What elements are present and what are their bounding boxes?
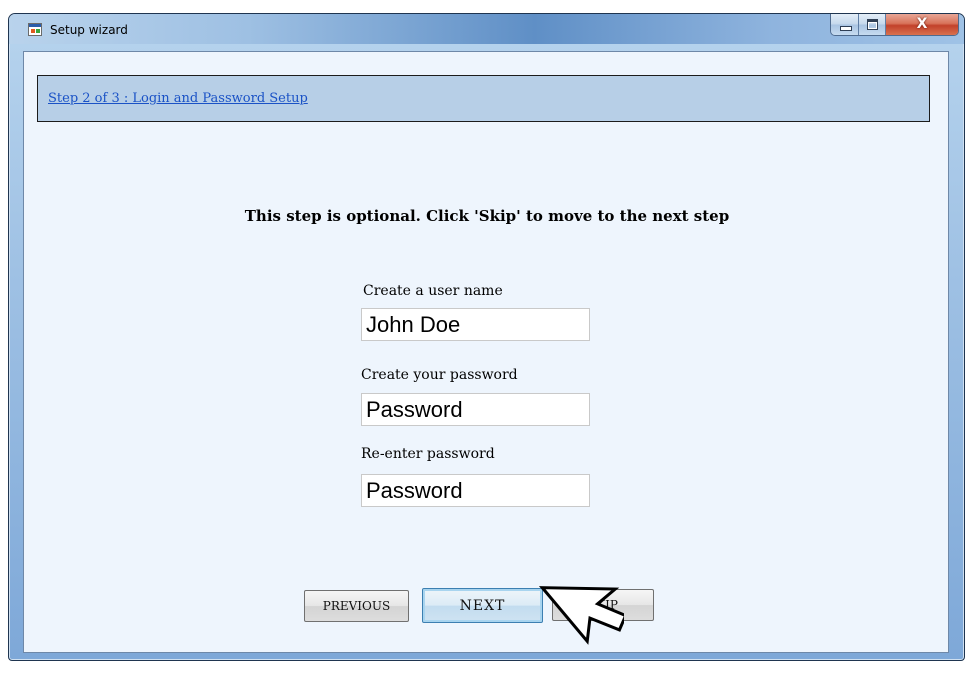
mouse-pointer-icon (538, 586, 624, 645)
password-field[interactable] (361, 393, 590, 426)
password-label: Create your password (361, 367, 518, 383)
username-field[interactable] (361, 308, 590, 341)
reenter-password-label: Re-enter password (361, 446, 495, 462)
minimize-button[interactable] (831, 14, 859, 35)
app-icon (28, 23, 42, 36)
reenter-password-field[interactable] (361, 474, 590, 507)
wizard-content: Step 2 of 3 : Login and Password Setup T… (23, 51, 949, 653)
minimize-icon (840, 26, 852, 31)
previous-button[interactable]: PREVIOUS (304, 590, 409, 622)
close-icon: X (916, 16, 928, 32)
maximize-button[interactable] (859, 14, 886, 35)
maximize-icon (867, 19, 878, 30)
step-link[interactable]: Step 2 of 3 : Login and Password Setup (48, 91, 308, 106)
window-title: Setup wizard (50, 23, 128, 37)
setup-wizard-window: Setup wizard X Step 2 of 3 : Login and P… (8, 13, 965, 661)
instruction-text: This step is optional. Click 'Skip' to m… (244, 207, 730, 225)
window-controls: X (830, 14, 959, 36)
close-button[interactable]: X (886, 14, 958, 35)
username-label: Create a user name (363, 283, 503, 299)
title-bar[interactable]: Setup wizard X (9, 14, 964, 44)
step-header: Step 2 of 3 : Login and Password Setup (37, 75, 930, 122)
